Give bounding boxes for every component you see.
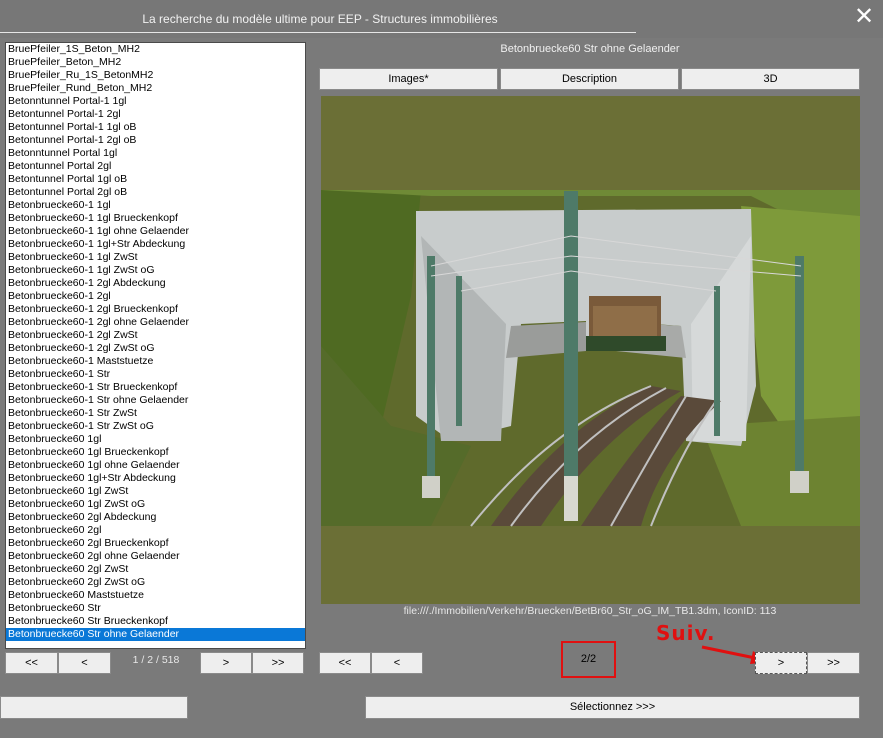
list-item[interactable]: Betonbruecke60 1gl ZwSt oG bbox=[6, 498, 305, 511]
tab-3d[interactable]: 3D bbox=[681, 68, 860, 90]
window-title: La recherche du modèle ultime pour EEP -… bbox=[142, 12, 498, 26]
suiv-annotation: Suiv. bbox=[656, 621, 716, 645]
preview-prev-button[interactable]: < bbox=[371, 652, 423, 674]
list-item[interactable]: BruePfeiler_1S_Beton_MH2 bbox=[6, 43, 305, 56]
list-item[interactable]: Betonbruecke60-1 1gl ohne Gelaender bbox=[6, 225, 305, 238]
list-item[interactable]: Betonbruecke60 Maststuetze bbox=[6, 589, 305, 602]
list-item[interactable]: Betonbruecke60 1gl Brueckenkopf bbox=[6, 446, 305, 459]
list-item[interactable]: Betonbruecke60-1 2gl Abdeckung bbox=[6, 277, 305, 290]
list-item[interactable]: Betonbruecke60-1 Str Brueckenkopf bbox=[6, 381, 305, 394]
model-list[interactable]: BruePfeiler_1S_Beton_MH2 BruePfeiler_Beto… bbox=[5, 42, 306, 649]
bottom-left-button[interactable] bbox=[0, 696, 188, 719]
list-item[interactable]: Betonbruecke60-1 Str ZwSt bbox=[6, 407, 305, 420]
preview-image bbox=[321, 96, 860, 604]
list-item[interactable]: Betonbruecke60 1gl bbox=[6, 433, 305, 446]
list-first-page-button[interactable]: << bbox=[5, 652, 58, 674]
list-item[interactable]: Betonbruecke60 2gl ohne Gelaender bbox=[6, 550, 305, 563]
tab-description[interactable]: Description bbox=[500, 68, 679, 90]
list-last-page-button[interactable]: >> bbox=[252, 652, 304, 674]
image-page-indicator: 2/2 bbox=[561, 641, 616, 678]
preview-caption: Betonbruecke60 Str ohne Gelaender bbox=[500, 43, 680, 55]
preview-last-button[interactable]: >> bbox=[807, 652, 860, 674]
list-item[interactable]: Betonbruecke60 1gl+Str Abdeckung bbox=[6, 472, 305, 485]
list-item[interactable]: Betonbruecke60 1gl ohne Gelaender bbox=[6, 459, 305, 472]
list-item[interactable]: Betonbruecke60-1 1gl ZwSt oG bbox=[6, 264, 305, 277]
list-item[interactable]: Betonbruecke60-1 1gl Brueckenkopf bbox=[6, 212, 305, 225]
list-item[interactable]: Betonntunnel Portal-1 1gl bbox=[6, 95, 305, 108]
list-item[interactable]: Betonbruecke60-1 2gl ZwSt bbox=[6, 329, 305, 342]
list-item[interactable]: Betonbruecke60 Str bbox=[6, 602, 305, 615]
list-item[interactable]: Betonbruecke60 2gl Brueckenkopf bbox=[6, 537, 305, 550]
list-item[interactable]: Betonbruecke60-1 1gl+Str Abdeckung bbox=[6, 238, 305, 251]
file-path-info: file:///./Immobilien/Verkehr/Bruecken/Be… bbox=[403, 605, 777, 617]
bridge-render-image bbox=[321, 96, 860, 604]
list-item[interactable]: Betonbruecke60-1 2gl bbox=[6, 290, 305, 303]
list-item[interactable]: Betontunnel Portal-1 2gl oB bbox=[6, 134, 305, 147]
list-item[interactable]: Betontunnel Portal 2gl oB bbox=[6, 186, 305, 199]
list-item[interactable]: Betonbruecke60 2gl Abdeckung bbox=[6, 511, 305, 524]
title-bar: La recherche du modèle ultime pour EEP -… bbox=[0, 0, 883, 38]
list-item[interactable]: Betontunnel Portal 2gl bbox=[6, 160, 305, 173]
title-underline bbox=[0, 32, 636, 33]
list-item[interactable]: Betonbruecke60 1gl ZwSt bbox=[6, 485, 305, 498]
list-item[interactable]: Betonbruecke60-1 Maststuetze bbox=[6, 355, 305, 368]
list-item[interactable]: Betonbruecke60-1 2gl ohne Gelaender bbox=[6, 316, 305, 329]
list-item[interactable]: BruePfeiler_Ru_1S_BetonMH2 bbox=[6, 69, 305, 82]
list-item[interactable]: Betonbruecke60 2gl ZwSt oG bbox=[6, 576, 305, 589]
list-prev-page-button[interactable]: < bbox=[58, 652, 111, 674]
list-item[interactable]: Betonbruecke60 2gl bbox=[6, 524, 305, 537]
list-item[interactable]: BruePfeiler_Beton_MH2 bbox=[6, 56, 305, 69]
preview-first-button[interactable]: << bbox=[319, 652, 371, 674]
list-item[interactable]: Betonbruecke60-1 Str ohne Gelaender bbox=[6, 394, 305, 407]
list-item[interactable]: Betonbruecke60-1 1gl ZwSt bbox=[6, 251, 305, 264]
list-item[interactable]: Betonbruecke60 2gl ZwSt bbox=[6, 563, 305, 576]
list-item[interactable]: Betonbruecke60-1 Str ZwSt oG bbox=[6, 420, 305, 433]
list-item[interactable]: Betonbruecke60-1 2gl Brueckenkopf bbox=[6, 303, 305, 316]
list-item[interactable]: Betonbruecke60-1 Str bbox=[6, 368, 305, 381]
list-item[interactable]: Betontunnel Portal-1 1gl oB bbox=[6, 121, 305, 134]
list-item[interactable]: Betonntunnel Portal 1gl bbox=[6, 147, 305, 160]
select-button[interactable]: Sélectionnez >>> bbox=[365, 696, 860, 719]
list-next-page-button[interactable]: > bbox=[200, 652, 252, 674]
list-item[interactable]: Betonbruecke60-1 1gl bbox=[6, 199, 305, 212]
list-item[interactable]: Betontunnel Portal 1gl oB bbox=[6, 173, 305, 186]
preview-next-button[interactable]: > bbox=[755, 652, 807, 674]
list-item[interactable]: Betonbruecke60 Str ohne Gelaender bbox=[6, 628, 305, 641]
list-item[interactable]: BruePfeiler_Rund_Beton_MH2 bbox=[6, 82, 305, 95]
list-item[interactable]: Betonbruecke60-1 2gl ZwSt oG bbox=[6, 342, 305, 355]
list-item[interactable]: Betonbruecke60 Str Brueckenkopf bbox=[6, 615, 305, 628]
close-icon[interactable]: ✕ bbox=[853, 5, 875, 29]
list-page-status: 1 / 2 / 518 bbox=[132, 654, 180, 666]
list-item[interactable]: Betontunnel Portal-1 2gl bbox=[6, 108, 305, 121]
tab-images[interactable]: Images* bbox=[319, 68, 498, 90]
